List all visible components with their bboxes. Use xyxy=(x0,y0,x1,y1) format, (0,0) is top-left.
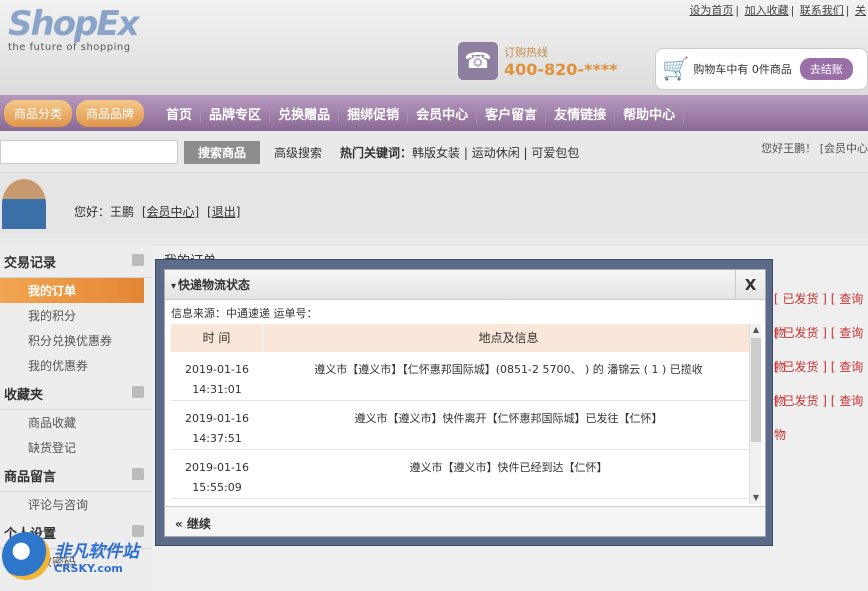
sidebar-section-title: 交易记录 xyxy=(0,246,152,278)
section-icon xyxy=(132,254,144,266)
sidebar-item-coupons[interactable]: 我的优惠券 xyxy=(0,353,152,378)
sidebar-item-my-orders[interactable]: 我的订单 xyxy=(0,278,144,303)
section-icon xyxy=(132,468,144,480)
logo-tagline: the future of shopping xyxy=(8,42,131,53)
hotline-label: 订购热线 xyxy=(504,45,548,59)
tracking-table: 时 间 地点及信息 2019-01-16 14:31:01 遵义市【遵义市】【仁怀… xyxy=(171,324,754,504)
watermark-url: CRSKY.com xyxy=(54,562,123,575)
search-bar: 搜索商品 高级搜索 热门关键词：韩版女装 | 运动休闲 | 可爱包包 xyxy=(0,139,868,165)
order-status[interactable]: [ 已发货 ] [ 查询物 xyxy=(774,384,868,442)
nav-friend-links[interactable]: 友情链接 xyxy=(546,103,616,123)
sidebar-item-points-coupon[interactable]: 积分兑换优惠券 xyxy=(0,328,152,353)
cart-text: 购物车中有 0件商品 xyxy=(693,63,792,76)
top-links: 设为首页 | 加入收藏 | 联系我们 | 关 xyxy=(689,4,866,17)
cart-box: 🛒 购物车中有 0件商品 去结账 xyxy=(655,48,868,90)
sidebar-item-stockout[interactable]: 缺货登记 xyxy=(0,435,152,460)
nav-bundles[interactable]: 捆绑促销 xyxy=(339,103,409,123)
row-time: 2019-01-16 15:55:09 xyxy=(185,461,249,494)
shopex-logo[interactable]: ShopEx the future of shopping xyxy=(8,4,140,53)
hot-keywords-list[interactable]: 韩版女装 | 运动休闲 | 可爱包包 xyxy=(412,146,579,160)
nav-member-center[interactable]: 会员中心 xyxy=(408,103,478,123)
user-bar: 您好：王鹏 [会员中心] [退出] xyxy=(0,172,868,234)
user-hello: 您好：王鹏 xyxy=(74,205,135,219)
add-favorite-link[interactable]: 加入收藏 xyxy=(745,4,789,17)
table-row: 2019-01-16 14:37:51 遵义市【遵义市】快件离开【仁怀惠邦国际城】… xyxy=(171,401,754,450)
nav-messages[interactable]: 客户留言 xyxy=(477,103,547,123)
sidebar-section-title: 商品留言 xyxy=(0,460,152,492)
watermark-logo-icon xyxy=(2,532,50,580)
phone-icon: ☎ xyxy=(458,42,498,80)
user-greeting: 您好：王鹏 [会员中心] [退出] xyxy=(74,203,240,220)
table-row: 2019-01-16 15:55:09 遵义市【遵义市】快件已经到达【仁怀】 xyxy=(171,450,754,499)
logistics-dialog: 快递物流状态 X 信息来源：中通速递 运单号： 时 间 地点及信息 2019-0… xyxy=(164,269,766,537)
order-status-column: [ 已发货 ] [ 查询物 [ 已发货 ] [ 查询物 [ 已发货 ] [ 查询… xyxy=(774,282,868,442)
close-button[interactable]: X xyxy=(735,270,765,300)
table-row: 2019-01-16 14:31:01 遵义市【遵义市】【仁怀惠邦国际城】(085… xyxy=(171,352,754,401)
continue-button[interactable]: « 继续 xyxy=(165,506,765,536)
column-header-info: 地点及信息 xyxy=(478,331,539,345)
hot-keywords-label: 热门关键词： xyxy=(340,145,413,160)
main-nav: 商品分类 商品品牌 首页 品牌专区 兑换赠品 捆绑促销 会员中心 客户留言 友情… xyxy=(0,95,868,131)
hot-keywords: 热门关键词：韩版女装 | 运动休闲 | 可爱包包 xyxy=(340,144,579,161)
order-status[interactable]: [ 已发货 ] [ 查询物 xyxy=(774,316,868,374)
nav-home[interactable]: 首页 xyxy=(158,103,202,123)
row-time: 2019-01-16 14:31:01 xyxy=(185,363,249,396)
nav-help[interactable]: 帮助中心 xyxy=(615,103,685,123)
dialog-title: 快递物流状态 xyxy=(171,276,250,293)
scroll-down-icon[interactable]: ▼ xyxy=(750,492,762,504)
sidebar-section-title: 收藏夹 xyxy=(0,378,152,410)
table-header: 时 间 地点及信息 xyxy=(171,324,754,352)
row-info: 遵义市【遵义市】快件离开【仁怀惠邦国际城】已发往【仁怀】 xyxy=(354,412,663,425)
header-greeting: 您好王鹏！ [会员中心 xyxy=(761,142,868,155)
close-link[interactable]: 关 xyxy=(855,4,866,17)
advanced-search-link[interactable]: 高级搜索 xyxy=(274,144,322,161)
checkout-button[interactable]: 去结账 xyxy=(799,58,853,80)
nav-categories-button[interactable]: 商品分类 xyxy=(4,99,73,127)
sidebar-item-favorites[interactable]: 商品收藏 xyxy=(0,410,152,435)
scrollbar[interactable]: ▲ ▼ xyxy=(749,324,761,504)
logout-link[interactable]: [退出] xyxy=(207,205,240,219)
dialog-header: 快递物流状态 X xyxy=(165,270,765,300)
search-input[interactable] xyxy=(0,140,178,164)
nav-gifts[interactable]: 兑换赠品 xyxy=(270,103,340,123)
search-button[interactable]: 搜索商品 xyxy=(184,140,261,164)
logo-text: ShopEx xyxy=(8,4,140,44)
row-time: 2019-01-16 14:37:51 xyxy=(185,412,249,445)
sidebar-item-points[interactable]: 我的积分 xyxy=(0,303,152,328)
scroll-up-icon[interactable]: ▲ xyxy=(750,324,762,336)
section-icon xyxy=(132,386,144,398)
column-header-time: 时 间 xyxy=(171,324,263,352)
avatar xyxy=(2,179,46,229)
watermark: 非凡软件站 CRSKY.com xyxy=(2,532,139,580)
order-status[interactable]: [ 已发货 ] [ 查询物 xyxy=(774,282,868,340)
member-center-link[interactable]: [会员中心] xyxy=(142,205,199,219)
scroll-thumb[interactable] xyxy=(751,338,761,442)
site-header: ShopEx the future of shopping 设为首页 | 加入收藏… xyxy=(0,0,868,95)
nav-brands-button[interactable]: 商品品牌 xyxy=(76,99,145,127)
cart-icon: 🛒 xyxy=(662,56,690,82)
set-homepage-link[interactable]: 设为首页 xyxy=(689,4,733,17)
order-status[interactable]: [ 已发货 ] [ 查询物 xyxy=(774,350,868,408)
row-info: 遵义市【遵义市】【仁怀惠邦国际城】(0851-2 5700、 ) 的 潘锦云 (… xyxy=(314,363,703,376)
sidebar-item-reviews[interactable]: 评论与咨询 xyxy=(0,492,152,517)
tracking-source: 信息来源：中通速递 运单号： xyxy=(171,307,318,320)
contact-link[interactable]: 联系我们 xyxy=(800,4,844,17)
row-info: 遵义市【遵义市】快件已经到达【仁怀】 xyxy=(409,461,608,474)
hotline: ☎ 订购热线 400-820-**** xyxy=(458,42,618,80)
watermark-text: 非凡软件站 xyxy=(54,542,139,562)
nav-brand-zone[interactable]: 品牌专区 xyxy=(201,103,271,123)
modal-frame: 快递物流状态 X 信息来源：中通速递 运单号： 时 间 地点及信息 2019-0… xyxy=(155,259,773,546)
hotline-number: 400-820-**** xyxy=(504,59,618,79)
